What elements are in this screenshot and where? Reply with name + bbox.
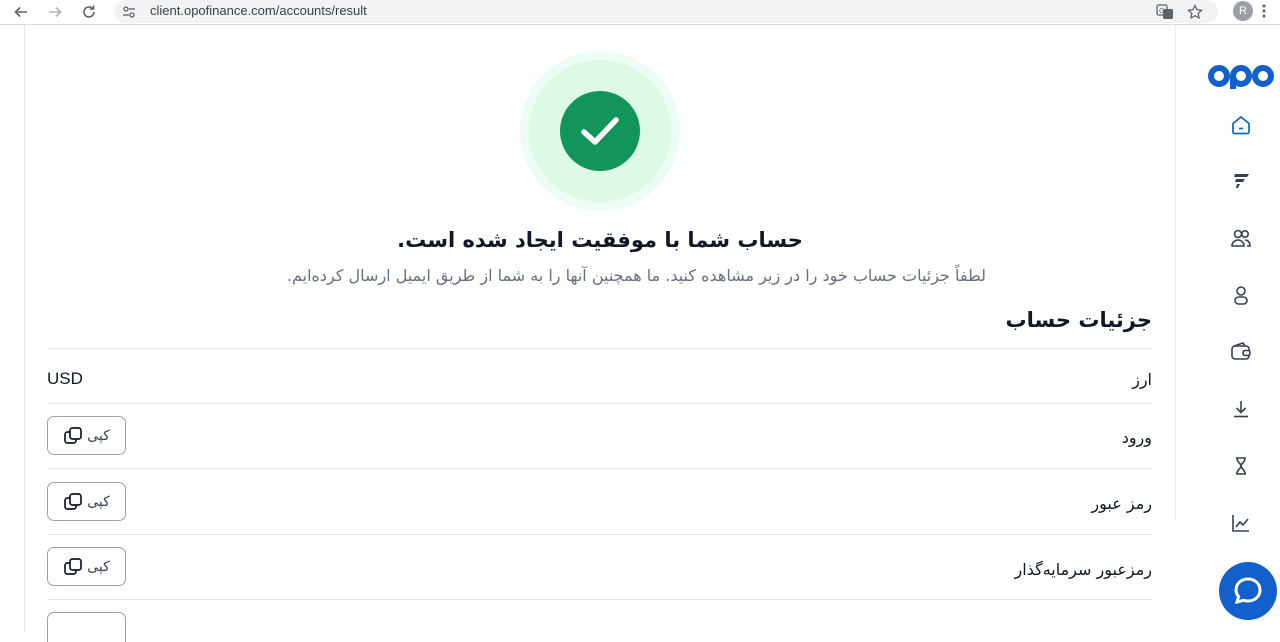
forward-button[interactable] bbox=[44, 1, 66, 23]
copy-icon bbox=[64, 492, 83, 510]
divider bbox=[47, 468, 1152, 469]
divider bbox=[47, 403, 1152, 404]
bookmark-star-icon[interactable] bbox=[1185, 2, 1205, 22]
copy-button-label: کپی bbox=[87, 427, 110, 443]
browser-toolbar: client.opofinance.com/accounts/result G … bbox=[0, 0, 1280, 25]
wallet-icon[interactable] bbox=[1229, 340, 1253, 364]
trade-icon[interactable] bbox=[1229, 169, 1253, 193]
account-details-title: جزئیات حساب bbox=[1005, 308, 1152, 332]
back-arrow-icon bbox=[14, 6, 27, 18]
success-badge bbox=[560, 91, 640, 171]
home-icon[interactable] bbox=[1229, 113, 1253, 137]
copy-icon bbox=[64, 557, 83, 575]
row-label-password: رمز عبور bbox=[1091, 494, 1152, 513]
checkmark-icon bbox=[581, 117, 619, 145]
reload-button[interactable] bbox=[78, 1, 100, 23]
menu-dots-icon[interactable] bbox=[1262, 3, 1266, 23]
divider bbox=[47, 599, 1152, 600]
site-settings-icon[interactable] bbox=[122, 4, 136, 23]
success-title: حساب شما با موفقیت ایجاد شده است. bbox=[397, 228, 803, 252]
forward-arrow-icon bbox=[49, 6, 62, 18]
back-button[interactable] bbox=[10, 1, 32, 23]
copy-icon bbox=[64, 426, 83, 444]
svg-text:G: G bbox=[1159, 7, 1164, 15]
address-bar[interactable]: client.opofinance.com/accounts/result bbox=[114, 0, 1218, 23]
divider bbox=[47, 534, 1152, 535]
copy-button-label: کپی bbox=[87, 493, 110, 509]
url-text[interactable]: client.opofinance.com/accounts/result bbox=[150, 3, 367, 18]
profile-icon[interactable] bbox=[1229, 283, 1253, 307]
copy-login-button[interactable]: کپی bbox=[47, 416, 126, 455]
chat-bubble-icon bbox=[1234, 577, 1262, 605]
success-subtitle: لطفاً جزئیات حساب خود را در زیر مشاهده ک… bbox=[286, 266, 986, 285]
sidebar bbox=[1176, 25, 1280, 632]
copy-server-button[interactable] bbox=[47, 612, 126, 642]
chart-icon[interactable] bbox=[1229, 511, 1253, 535]
row-label-login: ورود bbox=[1121, 428, 1152, 447]
content-left-border bbox=[24, 25, 25, 632]
row-value-currency: USD bbox=[47, 369, 83, 388]
opo-logo[interactable]: opo bbox=[1208, 62, 1274, 90]
live-chat-button[interactable] bbox=[1219, 562, 1277, 620]
copy-investor-password-button[interactable]: کپی bbox=[47, 547, 126, 586]
copy-button-label: کپی bbox=[87, 558, 110, 574]
row-label-currency: ارز bbox=[1132, 370, 1152, 389]
hourglass-icon[interactable] bbox=[1229, 454, 1253, 478]
translate-icon[interactable]: G bbox=[1155, 2, 1175, 22]
copy-password-button[interactable]: کپی bbox=[47, 482, 126, 521]
users-icon[interactable] bbox=[1229, 226, 1253, 250]
content-right-border bbox=[1175, 25, 1176, 520]
row-label-investor-password: رمزعبور سرمایه‌گذار bbox=[1014, 560, 1152, 579]
download-icon[interactable] bbox=[1229, 397, 1253, 421]
profile-avatar[interactable]: R bbox=[1233, 1, 1253, 21]
reload-icon bbox=[83, 5, 95, 18]
divider bbox=[47, 348, 1152, 349]
